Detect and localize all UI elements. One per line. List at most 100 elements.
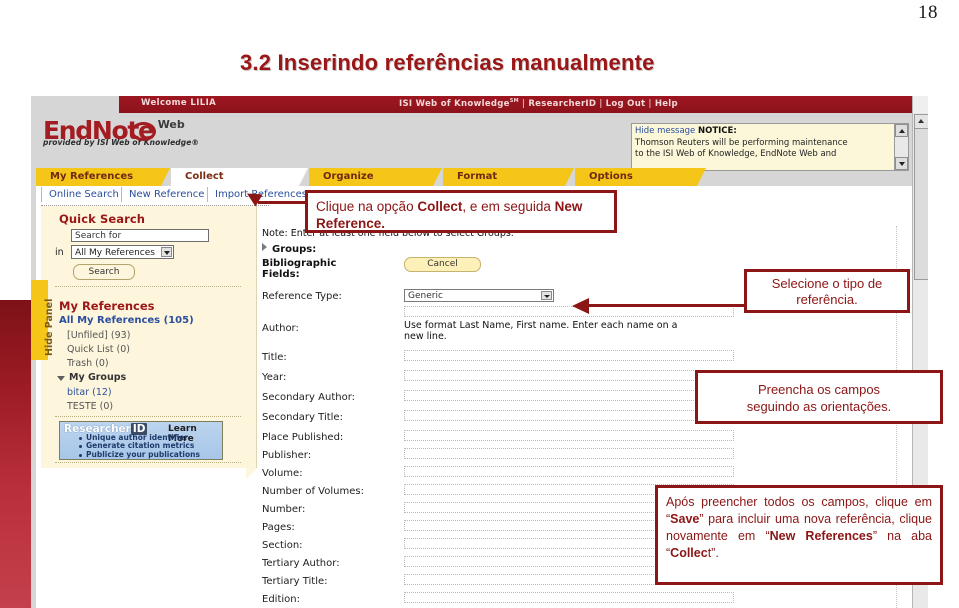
notice-line-2: to the ISI Web of Knowledge, EndNote Web… [635,149,837,159]
callout-save-instructions: Após preencher todos os campos, clique e… [655,485,943,585]
tab-options[interactable]: Options [575,168,706,186]
link-help[interactable]: Help [655,99,678,109]
search-in-label: in [55,247,64,258]
edition-input[interactable] [404,592,734,603]
volume-label: Volume: [262,468,303,479]
scroll-up-icon[interactable] [914,114,928,129]
logo-ring [130,122,156,141]
callout-2-line-2: referência. [796,292,858,307]
tab-my-references[interactable]: My References [36,168,170,186]
section-label: Section: [262,540,303,551]
hide-panel-tab[interactable]: Hide Panel [31,280,55,360]
cancel-button[interactable]: Cancel [404,257,481,272]
left-sidebar: Quick Search Search for in All My Refere… [41,206,257,479]
sidebar-item-my-groups[interactable]: My Groups [69,372,126,383]
groups-label: Groups: [272,244,317,255]
reference-type-value: Generic [408,291,443,301]
callout-2-arrow-head [572,298,589,314]
top-utility-bar: Welcome LILIA ISI Web of KnowledgeSM | Res… [119,96,928,113]
decorative-left-stripe [0,300,31,608]
volume-input[interactable] [404,466,734,477]
expand-triangle-icon[interactable] [57,376,65,381]
notice-label: NOTICE: [697,126,737,136]
separator-1: | [521,98,526,109]
sidebar-item-trash[interactable]: Trash (0) [67,358,109,369]
callout-1-text: Clique na opção Collect, e em seguida Ne… [316,199,583,231]
slide-canvas: 18 3.2 Inserindo referências manualmente… [0,0,959,608]
main-tab-bar: My References Collect Organize Format Op… [31,168,913,186]
sidebar-divider-2 [55,416,241,417]
link-isi-web-of-knowledge[interactable]: ISI Web of Knowledge [399,99,510,109]
title-input[interactable] [404,350,734,361]
subtab-online-search[interactable]: Online Search [49,189,119,200]
place-published-input[interactable] [404,430,734,441]
page-title: 3.2 Inserindo referências manualmente [240,50,655,75]
subtab-new-reference[interactable]: New Reference [129,189,204,200]
callout-3-line-1: Preencha os campos [757,382,881,397]
tab-collect[interactable]: Collect [171,168,308,186]
callout-fill-fields: Preencha os campos seguindo as orientaçõ… [695,370,943,424]
my-references-heading: My References [59,299,155,313]
reference-type-select[interactable]: Generic [404,289,554,302]
link-researcherid[interactable]: ResearcherID [528,99,596,109]
year-input[interactable] [404,370,734,381]
place-published-label: Place Published: [262,432,344,443]
expand-right-triangle-icon [262,243,267,251]
link-wok-superscript: SM [509,98,519,104]
sidebar-item-quick-list[interactable]: Quick List (0) [67,344,130,355]
bibliographic-fields-heading: Bibliographic Fields: [262,258,337,280]
researcherid-promo[interactable]: Researcher ID Learn More Unique author id… [59,421,223,460]
hide-message-link[interactable]: Hide message [635,126,695,136]
endnote-web-logo: EndNote Web provided by ISI Web of Knowle… [43,116,199,147]
hide-panel-label: Hide Panel [44,298,55,356]
callout-4-text: Após preencher todos os campos, clique e… [666,495,932,560]
author-label: Author: [262,323,299,334]
page-number: 18 [918,2,938,23]
chevron-down-icon [541,291,552,300]
tertiary-author-label: Tertiary Author: [262,558,340,569]
sidebar-item-all-my-references[interactable]: All My References (105) [59,315,194,326]
tab-organize[interactable]: Organize [309,168,442,186]
number-label: Number: [262,504,306,515]
title-label: Title: [262,352,287,363]
secondary-author-input[interactable] [404,390,734,401]
search-scope-value: All My References [75,248,155,258]
search-button[interactable]: Search [73,264,135,280]
groups-row[interactable]: Groups: [262,243,316,255]
callout-click-collect: Clique na opção Collect, e em seguida Ne… [305,190,617,233]
number-of-volumes-label: Number of Volumes: [262,486,364,497]
notice-scrollbar[interactable] [894,124,908,170]
sidebar-item-teste[interactable]: TESTE (0) [67,401,113,412]
edition-label: Edition: [262,594,300,605]
publisher-input[interactable] [404,448,734,459]
logo-wordmark: EndNote [43,116,156,145]
chevron-down-icon [161,247,172,257]
search-input[interactable]: Search for [71,229,209,242]
sidebar-item-bitar[interactable]: bitar (12) [67,387,112,398]
pages-label: Pages: [262,522,295,533]
separator-2: | [599,98,603,109]
notice-text: Hide message NOTICE: Thomson Reuters wil… [635,126,881,161]
search-scope-select[interactable]: All My References [71,245,174,259]
welcome-label: Welcome LILIA [141,98,217,108]
publisher-label: Publisher: [262,450,312,461]
subtab-divider-1 [121,187,122,202]
subtab-divider-2 [207,187,208,202]
separator-3: | [648,98,652,109]
callout-2-arrow-line [588,304,745,307]
author-input[interactable] [404,306,734,317]
callout-3-line-2: seguindo as orientações. [746,399,892,414]
tab-format[interactable]: Format [443,168,574,186]
link-log-out[interactable]: Log Out [606,99,646,109]
reference-type-label: Reference Type: [262,291,342,302]
researcherid-bullet-3: Publicize your publications [79,449,200,459]
year-label: Year: [262,372,287,383]
logo-web-label: Web [157,118,185,131]
sidebar-item-unfiled[interactable]: [Unfiled] (93) [67,330,130,341]
scrollbar-thumb[interactable] [914,128,928,280]
scroll-up-icon[interactable] [895,124,908,137]
secondary-title-input[interactable] [404,410,734,421]
callout-2-line-1: Selecione o tipo de [771,276,883,291]
notice-message-box: Hide message NOTICE: Thomson Reuters wil… [631,123,909,171]
notice-line-1: Thomson Reuters will be performing maint… [635,137,848,148]
